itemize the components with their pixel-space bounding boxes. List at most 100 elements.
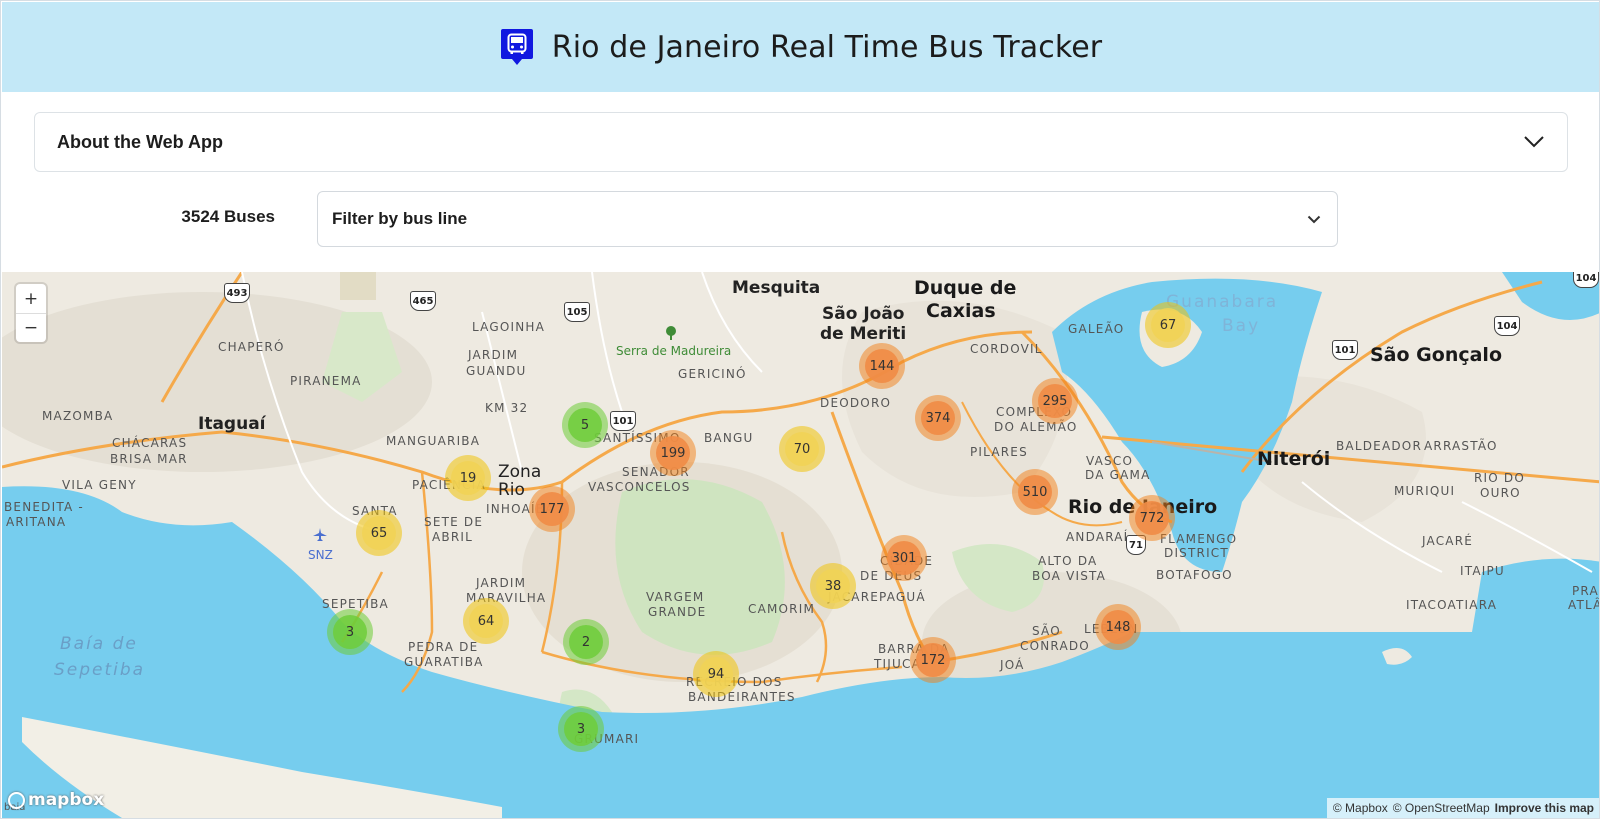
map-label-district: DISTRICT — [1164, 546, 1229, 560]
bus-cluster[interactable]: 295 — [1032, 378, 1078, 424]
map-label-bangu: BANGU — [704, 431, 754, 445]
map-label-andarai: ANDARAÍ — [1066, 530, 1129, 544]
map-label-jardim2: JARDIM — [476, 576, 527, 590]
map-label-pedra: PEDRA DE — [408, 640, 479, 654]
map-label-jardim: JARDIM — [468, 348, 519, 362]
zoom-control: + − — [16, 284, 46, 342]
bus-cluster[interactable]: 374 — [915, 395, 961, 441]
bus-cluster[interactable]: 94 — [693, 651, 739, 697]
map-label-sete-de: SETE DE — [424, 515, 484, 529]
zoom-in-button[interactable]: + — [16, 284, 46, 313]
map-attribution: © Mapbox © OpenStreetMap Improve this ma… — [1326, 798, 1599, 818]
route-shield: 105 — [564, 302, 590, 322]
mapbox-attribution-link[interactable]: © Mapbox — [1333, 801, 1388, 815]
map-label-vargem: VARGEM — [646, 590, 705, 604]
map-label-sepetiba-bay: Sepetiba — [54, 660, 146, 680]
map-label-brisa-mar: BRISA MAR — [110, 452, 188, 466]
map-label-bay: Bay — [1222, 316, 1261, 336]
route-shield: 465 — [410, 291, 436, 311]
bus-cluster[interactable]: 199 — [650, 430, 696, 476]
map-label-caxias: Caxias — [926, 300, 996, 322]
map-label-muriqui: MURIQUI — [1394, 484, 1456, 498]
mapbox-logo[interactable]: mapbox — [8, 790, 104, 810]
improve-map-link[interactable]: Improve this map — [1495, 801, 1594, 815]
bus-count: 3524 Buses — [181, 207, 275, 226]
map-label-baldeador: BALDEADOR — [1336, 439, 1422, 453]
cluster-count: 172 — [916, 643, 950, 677]
app-frame: Rio de Janeiro Real Time Bus Tracker Abo… — [0, 0, 1600, 819]
bus-cluster[interactable]: 148 — [1095, 604, 1141, 650]
map-label-serra: Serra de Madureira — [616, 344, 732, 358]
bus-cluster[interactable]: 510 — [1012, 469, 1058, 515]
map-label-lagoinha: LAGOINHA — [472, 320, 546, 334]
cluster-count: 510 — [1018, 475, 1052, 509]
cluster-count: 199 — [656, 436, 690, 470]
chevron-down-icon — [1524, 136, 1544, 148]
bus-cluster[interactable]: 5 — [562, 402, 608, 448]
map-label-joa: JOÁ — [1000, 658, 1025, 672]
bus-cluster[interactable]: 38 — [810, 563, 856, 609]
map-label-de-meriti: de Meriti — [820, 324, 907, 344]
cluster-count: 148 — [1101, 610, 1135, 644]
cluster-count: 2 — [569, 625, 603, 659]
map-label-camorim: CAMORIM — [748, 602, 816, 616]
map-label-guaratiba: GUARATIBA — [404, 655, 484, 669]
bus-cluster[interactable]: 3 — [327, 609, 373, 655]
osm-attribution-link[interactable]: © OpenStreetMap — [1393, 801, 1490, 815]
bus-cluster[interactable]: 67 — [1145, 302, 1191, 348]
app-header: Rio de Janeiro Real Time Bus Tracker — [2, 2, 1599, 92]
bus-cluster[interactable]: 144 — [859, 343, 905, 389]
map-label-itaipu: ITAIPU — [1460, 564, 1505, 578]
map-label-chacaras: CHÁCARAS — [112, 436, 188, 450]
map-label-km32: KM 32 — [485, 401, 529, 415]
map-label-rio-do: RIO DO — [1474, 471, 1526, 485]
route-shield: 493 — [224, 283, 250, 303]
map-label-aritana: ARITANA — [6, 515, 67, 529]
cluster-count: 67 — [1151, 308, 1185, 342]
route-shield: 101 — [1332, 340, 1358, 360]
map-label-conrado: CONRADO — [1020, 639, 1090, 653]
map-label-abril: ABRIL — [432, 530, 474, 544]
cluster-count: 3 — [564, 712, 598, 746]
airport-icon — [313, 528, 327, 547]
page-title: Rio de Janeiro Real Time Bus Tracker — [551, 29, 1103, 65]
map-label-itacoatiara: ITACOATIARA — [1406, 598, 1498, 612]
park-tree-icon — [665, 326, 677, 340]
bus-cluster[interactable]: 177 — [529, 486, 575, 532]
map-label-guandu: GUANDU — [466, 364, 527, 378]
map-label-vasco: VASCO — [1086, 454, 1134, 468]
bus-map[interactable]: Mesquita Duque de Caxias São João de Mer… — [2, 272, 1599, 818]
zoom-out-button[interactable]: − — [16, 313, 46, 342]
map-label-chapero: CHAPERÓ — [218, 340, 285, 354]
mapbox-logo-text: mapbox — [28, 790, 105, 810]
map-label-jacare: JACARÉ — [1422, 534, 1474, 548]
cluster-count: 301 — [887, 541, 921, 575]
bus-cluster[interactable]: 301 — [881, 535, 927, 581]
cluster-count: 5 — [568, 408, 602, 442]
bus-line-filter-select[interactable]: Filter by bus line — [317, 191, 1338, 247]
cluster-count: 70 — [785, 432, 819, 466]
map-label-boa-vista: BOA VISTA — [1032, 569, 1107, 583]
about-accordion-toggle[interactable]: About the Web App — [34, 112, 1568, 172]
bus-cluster[interactable]: 65 — [356, 510, 402, 556]
map-label-gericino: GERICINÓ — [678, 367, 747, 381]
bus-cluster[interactable]: 172 — [910, 637, 956, 683]
map-label-galeao: GALEÃO — [1068, 322, 1125, 336]
cluster-count: 374 — [921, 401, 955, 435]
bus-cluster[interactable]: 19 — [445, 455, 491, 501]
bus-cluster[interactable]: 772 — [1129, 495, 1175, 541]
bus-cluster[interactable]: 3 — [558, 706, 604, 752]
map-label-duque: Duque de — [914, 277, 1017, 299]
map-label-sao-goncalo: São Gonçalo — [1370, 344, 1502, 366]
bus-cluster[interactable]: 64 — [463, 598, 509, 644]
bus-marker-icon — [500, 29, 533, 65]
cluster-count: 64 — [469, 604, 503, 638]
map-label-sao-joao: São João — [822, 304, 905, 324]
chevron-down-icon — [1307, 215, 1321, 223]
bus-cluster[interactable]: 70 — [779, 426, 825, 472]
about-accordion-label: About the Web App — [57, 131, 223, 152]
map-label-flamengo: FLAMENGO — [1160, 532, 1238, 546]
bus-cluster[interactable]: 2 — [563, 619, 609, 665]
route-shield: 104 — [1494, 316, 1520, 336]
map-label-praia: PRAIA — [1572, 584, 1599, 598]
